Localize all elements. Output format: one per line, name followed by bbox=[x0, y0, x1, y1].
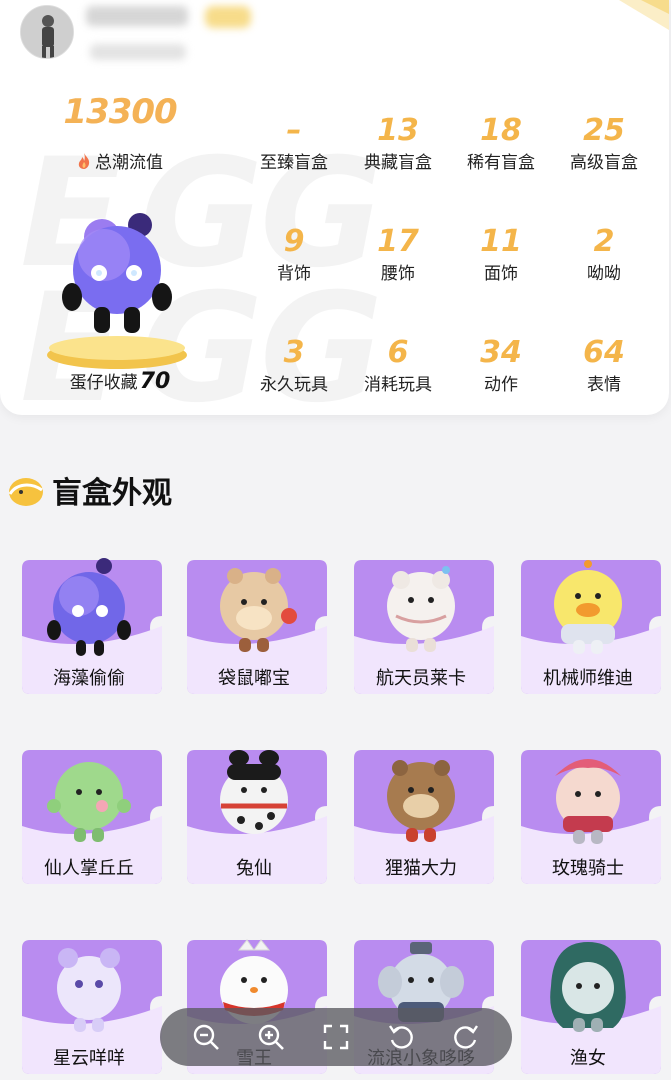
stat-value: 18 bbox=[480, 113, 522, 148]
stat-value: 25 bbox=[583, 113, 625, 148]
stat-label: 消耗玩具 bbox=[364, 375, 432, 395]
character-figure bbox=[550, 942, 626, 1032]
featured-character-figure[interactable] bbox=[44, 195, 190, 370]
stat-label: 高级盲盒 bbox=[570, 153, 638, 173]
total-trend-label-row: 总潮流值 bbox=[50, 148, 190, 173]
total-trend-label: 总潮流值 bbox=[95, 153, 163, 173]
collection-page: EGG EGG 13300 总潮流值 bbox=[0, 0, 671, 1080]
profile-stats-card: EGG EGG 13300 总潮流值 bbox=[0, 0, 669, 415]
collection-item[interactable]: 狸猫大力 bbox=[346, 746, 496, 886]
fullscreen-button[interactable] bbox=[318, 1019, 354, 1055]
stat-value: 3 bbox=[283, 335, 305, 370]
item-name: 兔仙 bbox=[236, 858, 272, 879]
egg-collection-label: 蛋仔收藏 bbox=[69, 373, 138, 393]
stat-permanent-toy[interactable]: 3 永久玩具 bbox=[242, 334, 346, 396]
stat-value: 64 bbox=[583, 335, 625, 370]
stat-face-accessory[interactable]: 11 面饰 bbox=[449, 223, 553, 285]
section-header: 盲盒外观 bbox=[6, 468, 172, 512]
item-name: 星云咩咩 bbox=[53, 1048, 125, 1069]
item-name: 玫瑰骑士 bbox=[552, 858, 624, 879]
character-figure bbox=[554, 560, 622, 654]
avatar-person-icon bbox=[21, 6, 73, 58]
rotate-right-button[interactable] bbox=[448, 1019, 484, 1055]
stat-back-accessory[interactable]: 9 背饰 bbox=[242, 223, 346, 285]
stat-label: 表情 bbox=[587, 375, 621, 395]
item-name: 海藻偷偷 bbox=[53, 668, 125, 689]
character-figure bbox=[555, 759, 621, 844]
flame-icon bbox=[78, 152, 90, 169]
zoom-out-button[interactable] bbox=[188, 1019, 224, 1055]
character-figure bbox=[220, 568, 297, 652]
character-figure bbox=[387, 566, 455, 652]
egg-section-icon bbox=[8, 478, 43, 506]
section-title: 盲盒外观 bbox=[52, 476, 172, 511]
rotate-right-icon bbox=[453, 1025, 478, 1049]
stat-value: 6 bbox=[387, 335, 409, 370]
item-name: 袋鼠嘟宝 bbox=[218, 668, 290, 689]
item-name: 航天员莱卡 bbox=[376, 668, 466, 689]
stat-youyou[interactable]: 2 呦呦 bbox=[552, 223, 656, 285]
zoom-in-icon bbox=[258, 1024, 285, 1050]
collection-item[interactable]: 航天员莱卡 bbox=[346, 556, 496, 696]
blurred-level-badge bbox=[205, 6, 251, 28]
stat-value: 11 bbox=[480, 224, 522, 259]
image-viewer-toolbar bbox=[160, 1008, 512, 1066]
collection-item[interactable]: 袋鼠嘟宝 bbox=[179, 556, 329, 696]
stat-supreme-blindbox[interactable]: – 至臻盲盒 bbox=[242, 112, 346, 174]
blurred-username bbox=[86, 6, 188, 26]
stat-emote[interactable]: 64 表情 bbox=[552, 334, 656, 396]
stat-label: 腰饰 bbox=[381, 264, 415, 284]
stat-value: 17 bbox=[377, 224, 419, 259]
character-figure bbox=[47, 762, 131, 842]
stat-advanced-blindbox[interactable]: 25 高级盲盒 bbox=[552, 112, 656, 174]
collection-item[interactable]: 渔女 bbox=[513, 936, 663, 1076]
stat-consumable-toy[interactable]: 6 消耗玩具 bbox=[346, 334, 450, 396]
stat-label: 至臻盲盒 bbox=[260, 153, 328, 173]
collection-item[interactable]: 海藻偷偷 bbox=[14, 556, 164, 696]
stat-label: 永久玩具 bbox=[260, 375, 328, 395]
user-avatar[interactable] bbox=[20, 5, 74, 59]
stat-waist-accessory[interactable]: 17 腰饰 bbox=[346, 223, 450, 285]
corner-stripe-decoration bbox=[619, 0, 669, 30]
stat-label: 典藏盲盒 bbox=[364, 153, 432, 173]
collection-item[interactable]: 兔仙 bbox=[179, 746, 329, 886]
rotate-left-button[interactable] bbox=[383, 1019, 419, 1055]
item-name: 仙人掌丘丘 bbox=[44, 858, 134, 879]
collection-item[interactable]: 仙人掌丘丘 bbox=[14, 746, 164, 886]
stat-label: 动作 bbox=[484, 375, 518, 395]
zoom-out-icon bbox=[194, 1024, 220, 1050]
collection-item[interactable]: 星云咩咩 bbox=[14, 936, 164, 1076]
stat-value: 34 bbox=[480, 335, 522, 370]
stat-label: 稀有盲盒 bbox=[467, 153, 535, 173]
item-name: 渔女 bbox=[570, 1048, 606, 1069]
stat-rare-blindbox[interactable]: 18 稀有盲盒 bbox=[449, 112, 553, 174]
stat-label: 面饰 bbox=[484, 264, 518, 284]
stat-value: 9 bbox=[283, 224, 305, 259]
fullscreen-icon bbox=[323, 1024, 349, 1050]
character-figure bbox=[57, 948, 121, 1032]
egg-collection-row: 蛋仔收藏70 bbox=[40, 368, 200, 394]
character-figure bbox=[47, 558, 131, 656]
stat-action[interactable]: 34 动作 bbox=[449, 334, 553, 396]
stat-label: 背饰 bbox=[277, 264, 311, 284]
item-name: 机械师维迪 bbox=[543, 668, 633, 689]
stat-value: 2 bbox=[593, 224, 615, 259]
item-name: 狸猫大力 bbox=[385, 858, 457, 879]
egg-collection-count: 70 bbox=[139, 369, 171, 394]
stat-value: – bbox=[286, 113, 302, 148]
rotate-left-icon bbox=[388, 1025, 413, 1049]
blurred-user-id bbox=[90, 44, 186, 60]
stat-collection-blindbox[interactable]: 13 典藏盲盒 bbox=[346, 112, 450, 174]
collection-item[interactable]: 机械师维迪 bbox=[513, 556, 663, 696]
stat-label: 呦呦 bbox=[587, 264, 621, 284]
zoom-in-button[interactable] bbox=[253, 1019, 289, 1055]
stat-value: 13 bbox=[377, 113, 419, 148]
total-trend-value: 13300 bbox=[63, 92, 177, 132]
collection-item[interactable]: 玫瑰骑士 bbox=[513, 746, 663, 886]
character-figure bbox=[387, 760, 455, 842]
character-figure bbox=[220, 750, 288, 834]
